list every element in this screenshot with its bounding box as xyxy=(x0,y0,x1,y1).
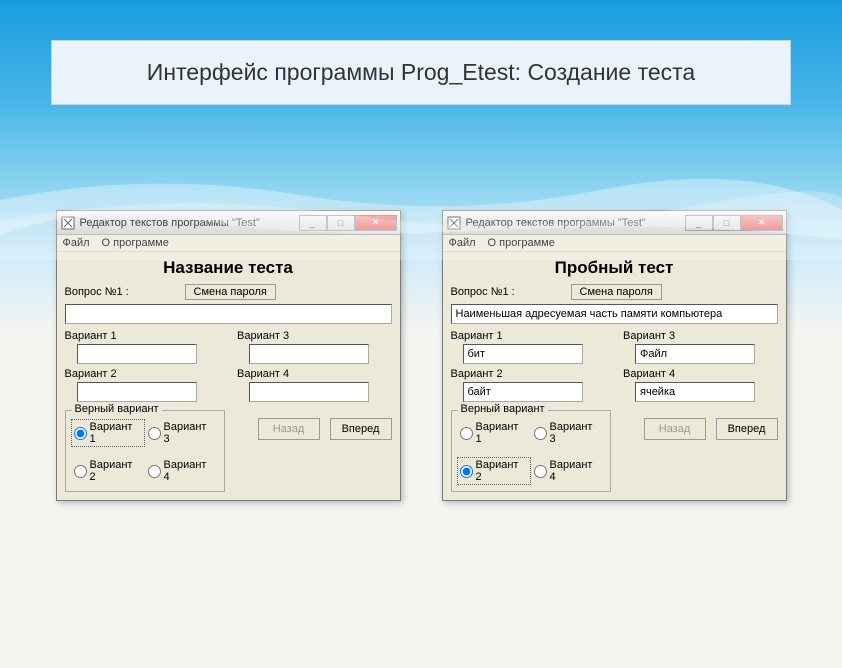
app-icon xyxy=(446,215,462,231)
test-title: Название теста xyxy=(65,258,392,278)
variant3-label: Вариант 3 xyxy=(623,330,778,342)
minimize-button[interactable]: _ xyxy=(685,215,713,231)
close-button[interactable]: ✕ xyxy=(741,215,783,231)
test-title: Пробный тест xyxy=(451,258,778,278)
correct-variant-group: Верный вариант Вариант 1 Вариант 3 Вариа… xyxy=(451,410,611,492)
radio-variant1[interactable]: Вариант 1 xyxy=(460,421,528,445)
forward-button[interactable]: Вперед xyxy=(330,418,392,440)
slide-title: Интерфейс программы Prog_Etest: Создание… xyxy=(51,40,791,105)
variant2-input[interactable] xyxy=(463,382,583,402)
change-password-button[interactable]: Смена пароля xyxy=(571,284,662,300)
forward-button[interactable]: Вперед xyxy=(716,418,778,440)
correct-legend: Верный вариант xyxy=(458,403,548,415)
correct-variant-group: Верный вариант Вариант 1 Вариант 3 Вариа… xyxy=(65,410,225,492)
radio-variant4[interactable]: Вариант 4 xyxy=(148,459,216,483)
change-password-button[interactable]: Смена пароля xyxy=(185,284,276,300)
radio-variant3[interactable]: Вариант 3 xyxy=(148,421,216,445)
menubar: Файл О программе xyxy=(57,235,400,252)
back-button[interactable]: Назад xyxy=(258,418,320,440)
titlebar[interactable]: Редактор текстов программы "Test" _ □ ✕ xyxy=(57,211,400,235)
question-label: Вопрос №1 : xyxy=(451,286,521,298)
menu-file[interactable]: Файл xyxy=(63,237,90,249)
titlebar-text: Редактор текстов программы "Test" xyxy=(80,217,299,229)
variant4-input[interactable] xyxy=(635,382,755,402)
menubar: Файл О программе xyxy=(443,235,786,252)
close-button[interactable]: ✕ xyxy=(355,215,397,231)
app-icon xyxy=(60,215,76,231)
radio-variant3[interactable]: Вариант 3 xyxy=(534,421,602,445)
maximize-button[interactable]: □ xyxy=(713,215,741,231)
question-input[interactable] xyxy=(451,304,778,324)
variant1-input[interactable] xyxy=(463,344,583,364)
variant2-label: Вариант 2 xyxy=(65,368,220,380)
variant3-input[interactable] xyxy=(635,344,755,364)
editor-window-left: Редактор текстов программы "Test" _ □ ✕ … xyxy=(56,210,401,501)
radio-variant2[interactable]: Вариант 2 xyxy=(74,459,142,483)
menu-about[interactable]: О программе xyxy=(488,237,555,249)
back-button[interactable]: Назад xyxy=(644,418,706,440)
titlebar-text: Редактор текстов программы "Test" xyxy=(466,217,685,229)
variant4-label: Вариант 4 xyxy=(237,368,392,380)
variant1-label: Вариант 1 xyxy=(65,330,220,342)
variant4-label: Вариант 4 xyxy=(623,368,778,380)
radio-variant2[interactable]: Вариант 2 xyxy=(457,457,531,485)
variant1-label: Вариант 1 xyxy=(451,330,606,342)
question-input[interactable] xyxy=(65,304,392,324)
variant1-input[interactable] xyxy=(77,344,197,364)
variant2-label: Вариант 2 xyxy=(451,368,606,380)
minimize-button[interactable]: _ xyxy=(299,215,327,231)
maximize-button[interactable]: □ xyxy=(327,215,355,231)
editor-window-right: Редактор текстов программы "Test" _ □ ✕ … xyxy=(442,210,787,501)
radio-variant1[interactable]: Вариант 1 xyxy=(71,419,145,447)
question-label: Вопрос №1 : xyxy=(65,286,135,298)
variant3-input[interactable] xyxy=(249,344,369,364)
correct-legend: Верный вариант xyxy=(72,403,162,415)
menu-about[interactable]: О программе xyxy=(102,237,169,249)
menu-file[interactable]: Файл xyxy=(449,237,476,249)
radio-variant4[interactable]: Вариант 4 xyxy=(534,459,602,483)
variant3-label: Вариант 3 xyxy=(237,330,392,342)
titlebar[interactable]: Редактор текстов программы "Test" _ □ ✕ xyxy=(443,211,786,235)
variant4-input[interactable] xyxy=(249,382,369,402)
variant2-input[interactable] xyxy=(77,382,197,402)
